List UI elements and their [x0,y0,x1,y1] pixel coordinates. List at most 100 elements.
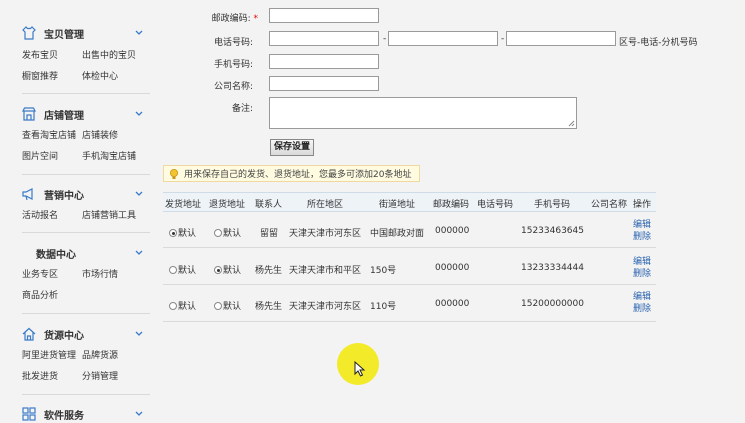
phone-separator: - [383,34,387,44]
delete-link[interactable]: 删除 [633,231,651,243]
company-input[interactable] [269,76,379,91]
radio-button[interactable] [214,302,222,310]
sidebar-link[interactable]: 手机淘宝店铺 [82,149,136,162]
sidebar-section-header[interactable]: 货源中心 [22,327,84,342]
radio-button[interactable] [214,266,222,274]
column-header: 邮政编码 [433,200,470,210]
table-row: 默认 默认 留留 天津天津市河东区 中国邮政对面 000000 15233463… [163,211,656,248]
contact-cell: 留留 [260,229,279,239]
sidebar-section-title: 数据中心 [36,249,76,261]
sidebar-link[interactable]: 品牌货源 [82,348,118,361]
tip-banner: 用来保存自己的发货、退货地址，您最多可添加20条地址 [163,165,420,182]
sidebar-divider [22,174,150,175]
store-icon [22,107,36,121]
table-header: 发货地址 退货地址 联系人 所在地区 街道地址 邮政编码 电话号码 手机号码 公… [163,192,656,212]
ship-default-radio[interactable]: 默认 [169,226,196,239]
region-cell: 天津天津市河东区 [289,229,362,239]
sidebar-divider [22,93,150,94]
mobile-cell: 15233463645 [521,226,584,236]
column-header: 街道地址 [379,200,416,210]
sidebar-link[interactable]: 图片空间 [22,149,58,162]
return-default-radio[interactable]: 默认 [214,299,241,312]
column-header: 联系人 [255,200,283,210]
mobile-label: 手机号码: [213,60,253,70]
column-header: 退货地址 [209,200,246,210]
sidebar-section-title: 店铺管理 [44,110,84,122]
radio-button[interactable] [214,229,222,237]
postcode-cell: 000000 [435,226,470,236]
chevron-down-icon[interactable] [134,409,144,419]
postcode-cell: 000000 [435,263,470,273]
sidebar-link[interactable]: 店铺装修 [82,128,118,141]
postcode-cell: 000000 [435,299,470,309]
radio-button[interactable] [169,266,177,274]
sidebar-section-header[interactable]: 数据中心 [36,246,76,261]
street-cell: 中国邮政对面 [370,229,425,239]
row-actions: 编辑 删除 [633,219,651,243]
table-row: 默认 默认 杨先生 天津天津市和平区 150号 000000 132333344… [163,248,656,285]
sidebar-link[interactable]: 批发进货 [22,369,58,382]
resize-handle-icon[interactable] [568,120,575,127]
sidebar-divider [22,313,150,314]
street-cell: 150号 [370,266,397,276]
radio-button[interactable] [169,229,177,237]
phone-area-input[interactable] [269,31,379,46]
cursor-arrow-icon [354,361,366,377]
sidebar-link[interactable]: 阿里进货管理 [22,348,76,361]
edit-link[interactable]: 编辑 [633,291,651,303]
radio-button[interactable] [169,302,177,310]
sidebar-section-header[interactable]: 宝贝管理 [22,26,84,41]
sidebar-section-header[interactable]: 软件服务 [22,407,84,422]
delete-link[interactable]: 删除 [633,268,651,280]
table-row: 默认 默认 杨先生 天津天津市河东区 110号 000000 152000000… [163,285,656,322]
sidebar-section-header[interactable]: 营销中心 [22,187,84,202]
column-header: 发货地址 [165,200,202,210]
street-cell: 110号 [370,302,397,312]
postcode-label: 邮政编码: * [211,14,259,24]
contact-cell: 杨先生 [255,302,283,312]
tip-text: 用来保存自己的发货、退货地址，您最多可添加20条地址 [184,170,412,180]
remark-textarea[interactable] [269,97,577,129]
column-header: 所在地区 [307,200,344,210]
phone-number-input[interactable] [388,31,498,46]
sidebar-link[interactable]: 橱窗推荐 [22,69,58,82]
delete-link[interactable]: 删除 [633,303,651,315]
row-actions: 编辑 删除 [633,291,651,315]
sidebar-link[interactable]: 业务专区 [22,267,58,280]
sidebar-link[interactable]: 发布宝贝 [22,48,58,61]
phone-ext-input[interactable] [506,31,616,46]
chevron-down-icon[interactable] [134,248,144,258]
postcode-input[interactable] [269,8,379,23]
ship-default-radio[interactable]: 默认 [169,263,196,276]
ship-default-radio[interactable]: 默认 [169,299,196,312]
chevron-down-icon[interactable] [134,189,144,199]
edit-link[interactable]: 编辑 [633,219,651,231]
chevron-down-icon[interactable] [134,28,144,38]
company-label: 公司名称: [213,82,253,92]
sidebar-section-header[interactable]: 店铺管理 [22,107,84,122]
sidebar-section-title: 营销中心 [44,190,84,202]
mobile-cell: 13233334444 [521,263,584,273]
sidebar-link[interactable]: 商品分析 [22,288,58,301]
mobile-input[interactable] [269,54,379,69]
sidebar-link[interactable]: 分销管理 [82,369,118,382]
chevron-down-icon[interactable] [134,109,144,119]
sidebar-divider [22,394,150,395]
column-header: 公司名称 [591,200,628,210]
sidebar: 宝贝管理 发布宝贝 出售中的宝贝 橱窗推荐 体检中心 店铺管理 查看淘宝店铺 店… [0,0,152,423]
required-mark: * [253,14,259,24]
sidebar-link[interactable]: 市场行情 [82,267,118,280]
chevron-down-icon[interactable] [134,329,144,339]
sidebar-link[interactable]: 店铺营销工具 [82,208,136,221]
save-button[interactable]: 保存设置 [270,139,314,156]
return-default-radio[interactable]: 默认 [214,226,241,239]
edit-link[interactable]: 编辑 [633,256,651,268]
sidebar-link[interactable]: 活动报名 [22,208,58,221]
return-default-radio[interactable]: 默认 [214,263,241,276]
sidebar-link[interactable]: 出售中的宝贝 [82,48,136,61]
phone-separator: - [501,34,505,44]
sidebar-link[interactable]: 体检中心 [82,69,118,82]
shirt-icon [22,26,36,40]
grid-icon [22,407,36,421]
sidebar-link[interactable]: 查看淘宝店铺 [22,128,76,141]
